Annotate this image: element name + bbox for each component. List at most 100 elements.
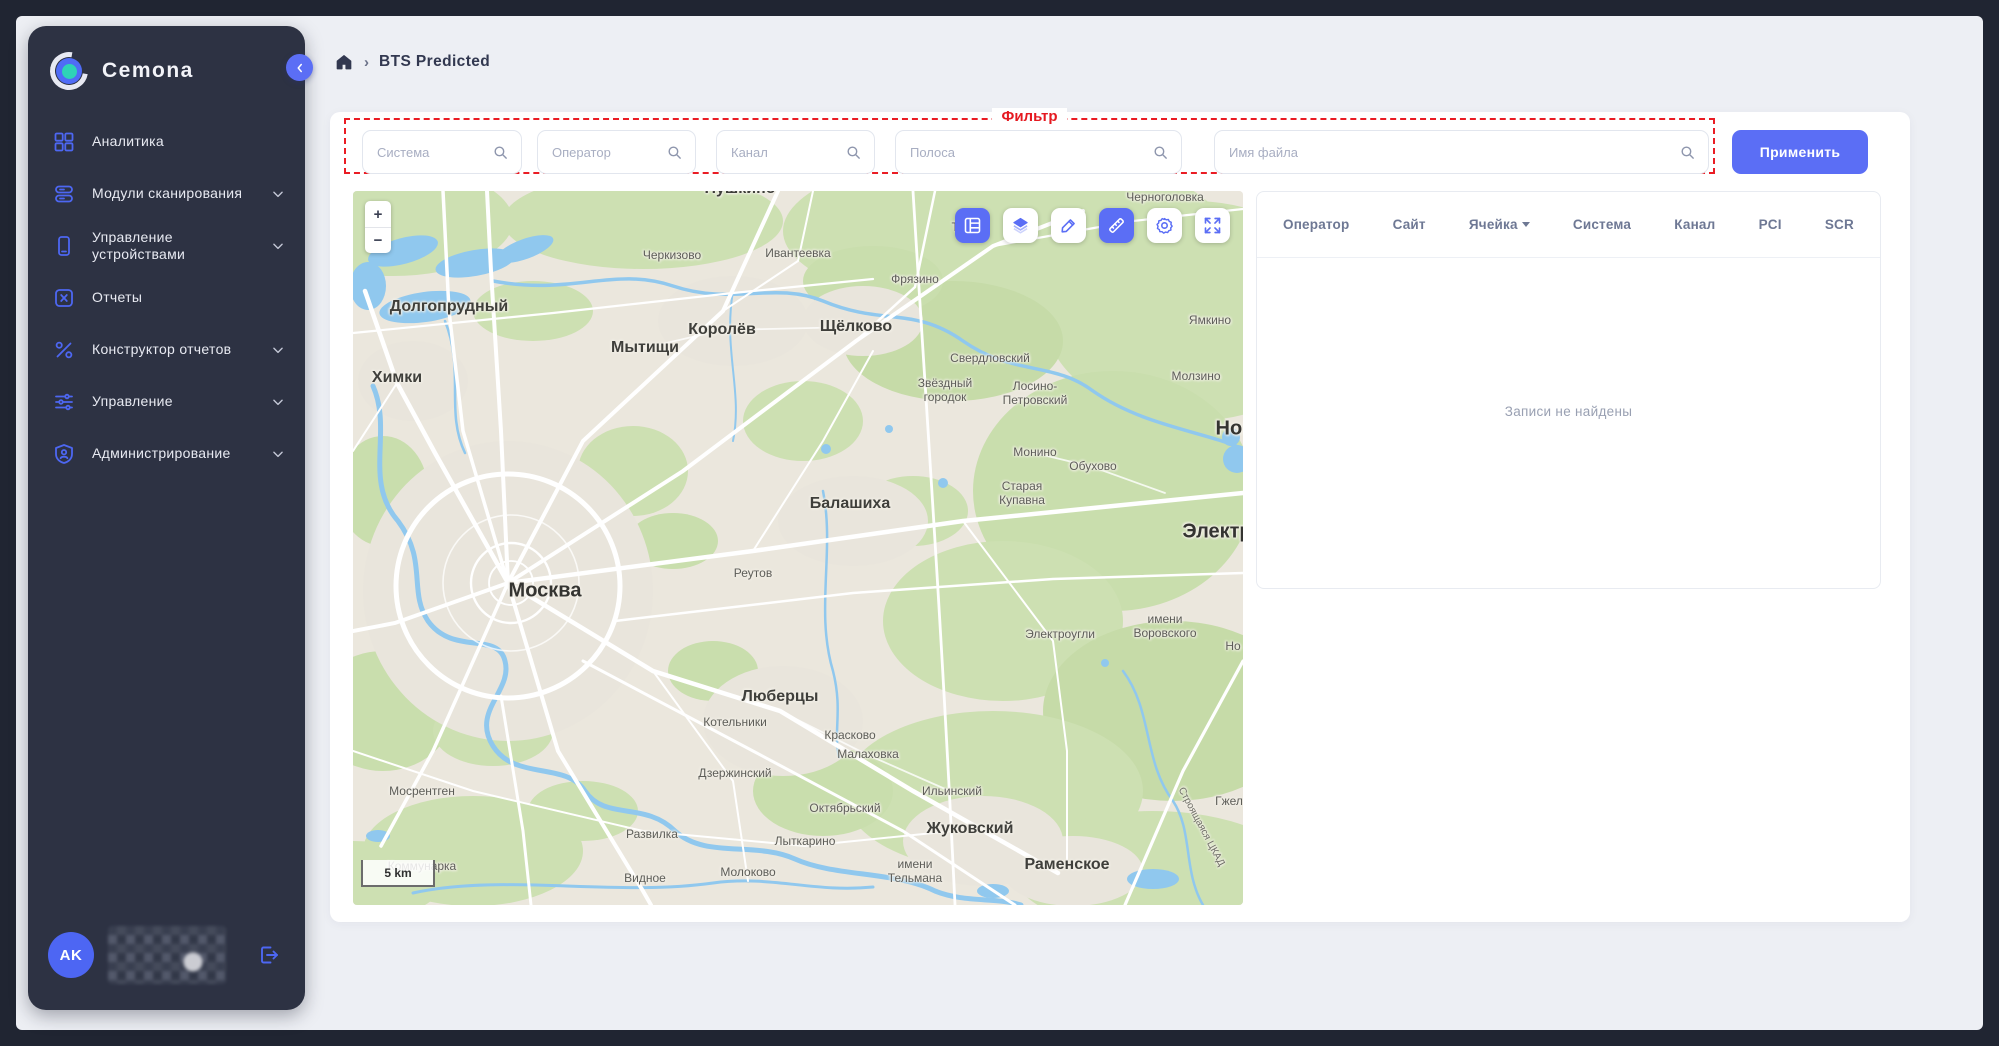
column-header-PCI[interactable]: PCI xyxy=(1759,217,1782,232)
column-header-Система[interactable]: Система xyxy=(1573,217,1631,232)
map-place-label: Гжел xyxy=(1215,795,1243,809)
column-header-label: Канал xyxy=(1674,217,1715,232)
map-place-label: Видное xyxy=(624,872,666,886)
filter-zone-label: Фильтр xyxy=(992,108,1068,125)
map-place-label: Раменское xyxy=(1024,856,1109,874)
column-header-label: Ячейка xyxy=(1469,217,1518,232)
sidebar-menu: Аналитика Модули сканированияУправление у… xyxy=(28,116,305,480)
map-place-label: Электроугли xyxy=(1025,628,1095,642)
chevron-down-icon xyxy=(271,395,285,409)
sidebar-item-7[interactable]: Администрирование xyxy=(28,428,305,480)
sidebar-item-5[interactable]: Конструктор отчетов xyxy=(28,324,305,376)
apply-button[interactable]: Применить xyxy=(1732,130,1868,174)
map-place-label: Котельники xyxy=(703,716,767,730)
map-zoom-control: + − xyxy=(365,201,391,253)
map-place-label: Обухово xyxy=(1069,460,1116,474)
map-place-label: имени Тельмана xyxy=(888,858,942,886)
filter-input-4 xyxy=(895,130,1182,174)
map-place-label: Черкизово xyxy=(643,249,701,263)
map-scale: 5 km xyxy=(361,860,435,887)
reports-icon xyxy=(52,286,76,310)
map-place-label: Мытищи xyxy=(611,339,679,357)
column-header-Ячейка[interactable]: Ячейка xyxy=(1469,217,1530,232)
logout-icon[interactable] xyxy=(257,943,281,967)
chevron-down-icon xyxy=(271,187,285,201)
filter-input-2 xyxy=(537,130,696,174)
sidebar-item-label: Администрирование xyxy=(92,445,231,463)
search-icon[interactable] xyxy=(1152,144,1169,161)
sidebar-item-6[interactable]: Управление xyxy=(28,376,305,428)
map-place-label: Лосино- Петровский xyxy=(1003,380,1068,408)
gear-tool-button[interactable] xyxy=(1147,208,1182,243)
devices-icon xyxy=(52,234,76,258)
chevron-down-icon xyxy=(271,447,285,461)
filter-field[interactable] xyxy=(1229,145,1679,160)
map-place-label: Пушкино xyxy=(704,191,775,198)
zoom-out-button[interactable]: − xyxy=(365,227,391,253)
table-header: Оператор Сайт Ячейка Система Канал PCI SCR xyxy=(1257,192,1880,258)
filter-input-1 xyxy=(362,130,522,174)
map-place-label: Реутов xyxy=(734,567,772,581)
column-header-label: PCI xyxy=(1759,217,1782,232)
app-window: Cemona АналитикаМодули сканированияУправ… xyxy=(16,16,1983,1030)
sidebar-item-2[interactable]: Модули сканирования xyxy=(28,168,305,220)
map-place-label: Свердловский xyxy=(950,352,1030,366)
column-header-Сайт[interactable]: Сайт xyxy=(1393,217,1426,232)
logo-text: Cemona xyxy=(102,59,194,83)
avatar[interactable]: AK xyxy=(48,932,94,978)
filter-field[interactable] xyxy=(731,145,845,160)
sidebar-item-label: Аналитика xyxy=(92,133,164,151)
content-card: Фильтр Применить xyxy=(330,112,1910,922)
search-icon[interactable] xyxy=(666,144,683,161)
results-table: ОператорСайтЯчейкаСистемаКаналPCISCR Зап… xyxy=(1256,191,1881,589)
map-place-label: Химки xyxy=(372,369,422,387)
pencil-tool-button[interactable] xyxy=(1051,208,1086,243)
filter-field[interactable] xyxy=(552,145,666,160)
table-tool-button[interactable] xyxy=(955,208,990,243)
sidebar-item-4[interactable]: Отчеты xyxy=(28,272,305,324)
map-place-label: Долгопрудный xyxy=(390,298,508,316)
chevron-down-icon xyxy=(271,239,285,253)
search-icon[interactable] xyxy=(845,144,862,161)
sidebar-item-label: Отчеты xyxy=(92,289,142,307)
zoom-in-button[interactable]: + xyxy=(365,201,391,227)
column-header-label: SCR xyxy=(1825,217,1854,232)
map-place-label: имени Воровского xyxy=(1133,613,1196,641)
search-icon[interactable] xyxy=(1679,144,1696,161)
sidebar-item-3[interactable]: Управление устройствами xyxy=(28,220,305,272)
management-icon xyxy=(52,390,76,414)
column-header-Канал[interactable]: Канал xyxy=(1674,217,1715,232)
map-toolbar xyxy=(955,208,1230,243)
map-place-label: Лыткарино xyxy=(775,835,836,849)
map-labels: ПушкиноЧерноголовкаТрубиЧеркизовоИвантее… xyxy=(353,191,1243,905)
map-place-label: Черноголовка xyxy=(1126,191,1204,205)
map-place-label: Фрязино xyxy=(891,273,939,287)
scan-modules-icon xyxy=(52,182,76,206)
ruler-tool-button[interactable] xyxy=(1099,208,1134,243)
breadcrumb: › BTS Predicted xyxy=(334,52,490,72)
map-place-label: Жуковский xyxy=(927,820,1014,838)
map-place-label: Молоково xyxy=(720,866,775,880)
sidebar-collapse-button[interactable] xyxy=(286,54,313,81)
sidebar-item-label: Конструктор отчетов xyxy=(92,341,231,359)
search-icon[interactable] xyxy=(492,144,509,161)
map-place-label: Ильинский xyxy=(922,785,982,799)
map-place-label: Москва xyxy=(509,580,582,603)
map-canvas[interactable]: ПушкиноЧерноголовкаТрубиЧеркизовоИвантее… xyxy=(353,191,1243,905)
home-icon[interactable] xyxy=(334,52,354,72)
column-header-SCR[interactable]: SCR xyxy=(1825,217,1854,232)
sidebar-item-1[interactable]: Аналитика xyxy=(28,116,305,168)
user-row: AK xyxy=(28,926,305,1010)
column-header-Оператор[interactable]: Оператор xyxy=(1283,217,1349,232)
map-place-label: Ямкино xyxy=(1189,314,1231,328)
admin-icon xyxy=(52,442,76,466)
filter-field[interactable] xyxy=(910,145,1152,160)
map-place-label: Монино xyxy=(1013,446,1056,460)
expand-tool-button[interactable] xyxy=(1195,208,1230,243)
filter-field[interactable] xyxy=(377,145,492,160)
report-builder-icon xyxy=(52,338,76,362)
map-place-label: Балашиха xyxy=(810,495,890,513)
map-place-label: Королёв xyxy=(688,321,756,339)
layers-tool-button[interactable] xyxy=(1003,208,1038,243)
filter-input-3 xyxy=(716,130,875,174)
